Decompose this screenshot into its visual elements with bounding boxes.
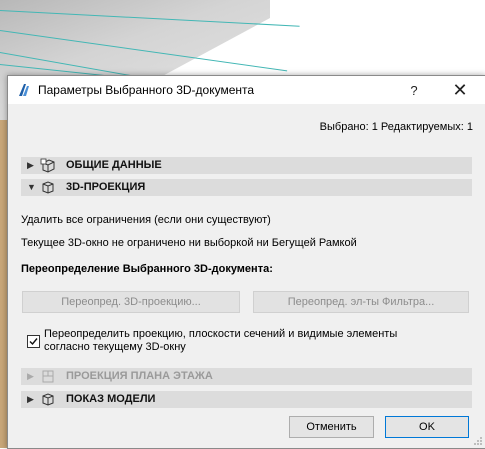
override-filter-elements-button[interactable]: Переопред. эл-ты Фильтра...	[253, 291, 469, 313]
section-general-data[interactable]: ▶ ОБЩИЕ ДАННЫЕ	[21, 157, 472, 174]
section-model-display[interactable]: ▶ ПОКАЗ МОДЕЛИ	[21, 391, 472, 408]
section-label: ОБЩИЕ ДАННЫЕ	[66, 159, 162, 171]
ok-button[interactable]: OK	[385, 416, 469, 438]
current-window-info: Текущее 3D-окно не ограничено ни выборко…	[21, 237, 357, 249]
override-projection-checkbox[interactable]	[27, 335, 40, 348]
section-floor-plan-projection: ▶ ПРОЕКЦИЯ ПЛАНА ЭТАЖА	[21, 368, 472, 385]
checkmark-icon	[29, 338, 38, 346]
object-settings-icon	[40, 158, 55, 173]
expand-arrow-icon: ▶	[27, 160, 34, 170]
section-3d-projection[interactable]: ▼ 3D-ПРОЕКЦИЯ	[21, 179, 472, 196]
3d-box-icon	[42, 181, 54, 194]
dialog-3d-document-settings: Параметры Выбранного 3D-документа ? ✕ Вы…	[7, 75, 485, 449]
collapse-arrow-icon: ▼	[27, 182, 36, 192]
cancel-button[interactable]: Отменить	[289, 416, 374, 438]
close-button[interactable]: ✕	[440, 76, 480, 104]
remove-limits-text[interactable]: Удалить все ограничения (если они сущест…	[21, 214, 271, 226]
section-label: ПОКАЗ МОДЕЛИ	[66, 393, 156, 405]
section-label: ПРОЕКЦИЯ ПЛАНА ЭТАЖА	[66, 370, 213, 382]
override-projection-checkbox-label[interactable]: Переопределить проекцию, плоскости сечен…	[44, 328, 444, 354]
help-button[interactable]: ?	[394, 76, 434, 104]
window-title: Параметры Выбранного 3D-документа	[38, 83, 255, 97]
resize-grip-icon[interactable]	[473, 436, 483, 446]
title-bar[interactable]: Параметры Выбранного 3D-документа ? ✕	[8, 76, 485, 104]
override-3d-projection-button[interactable]: Переопред. 3D-проекцию...	[22, 291, 240, 313]
override-heading: Переопределение Выбранного 3D-документа:	[21, 263, 273, 275]
selection-status: Выбрано: 1 Редактируемых: 1	[319, 121, 473, 133]
expand-arrow-icon: ▶	[27, 394, 34, 404]
section-label: 3D-ПРОЕКЦИЯ	[66, 181, 146, 193]
floor-plan-icon	[42, 370, 54, 383]
model-cube-icon	[42, 393, 54, 406]
expand-arrow-icon: ▶	[27, 371, 34, 381]
archicad-app-icon	[19, 84, 29, 96]
